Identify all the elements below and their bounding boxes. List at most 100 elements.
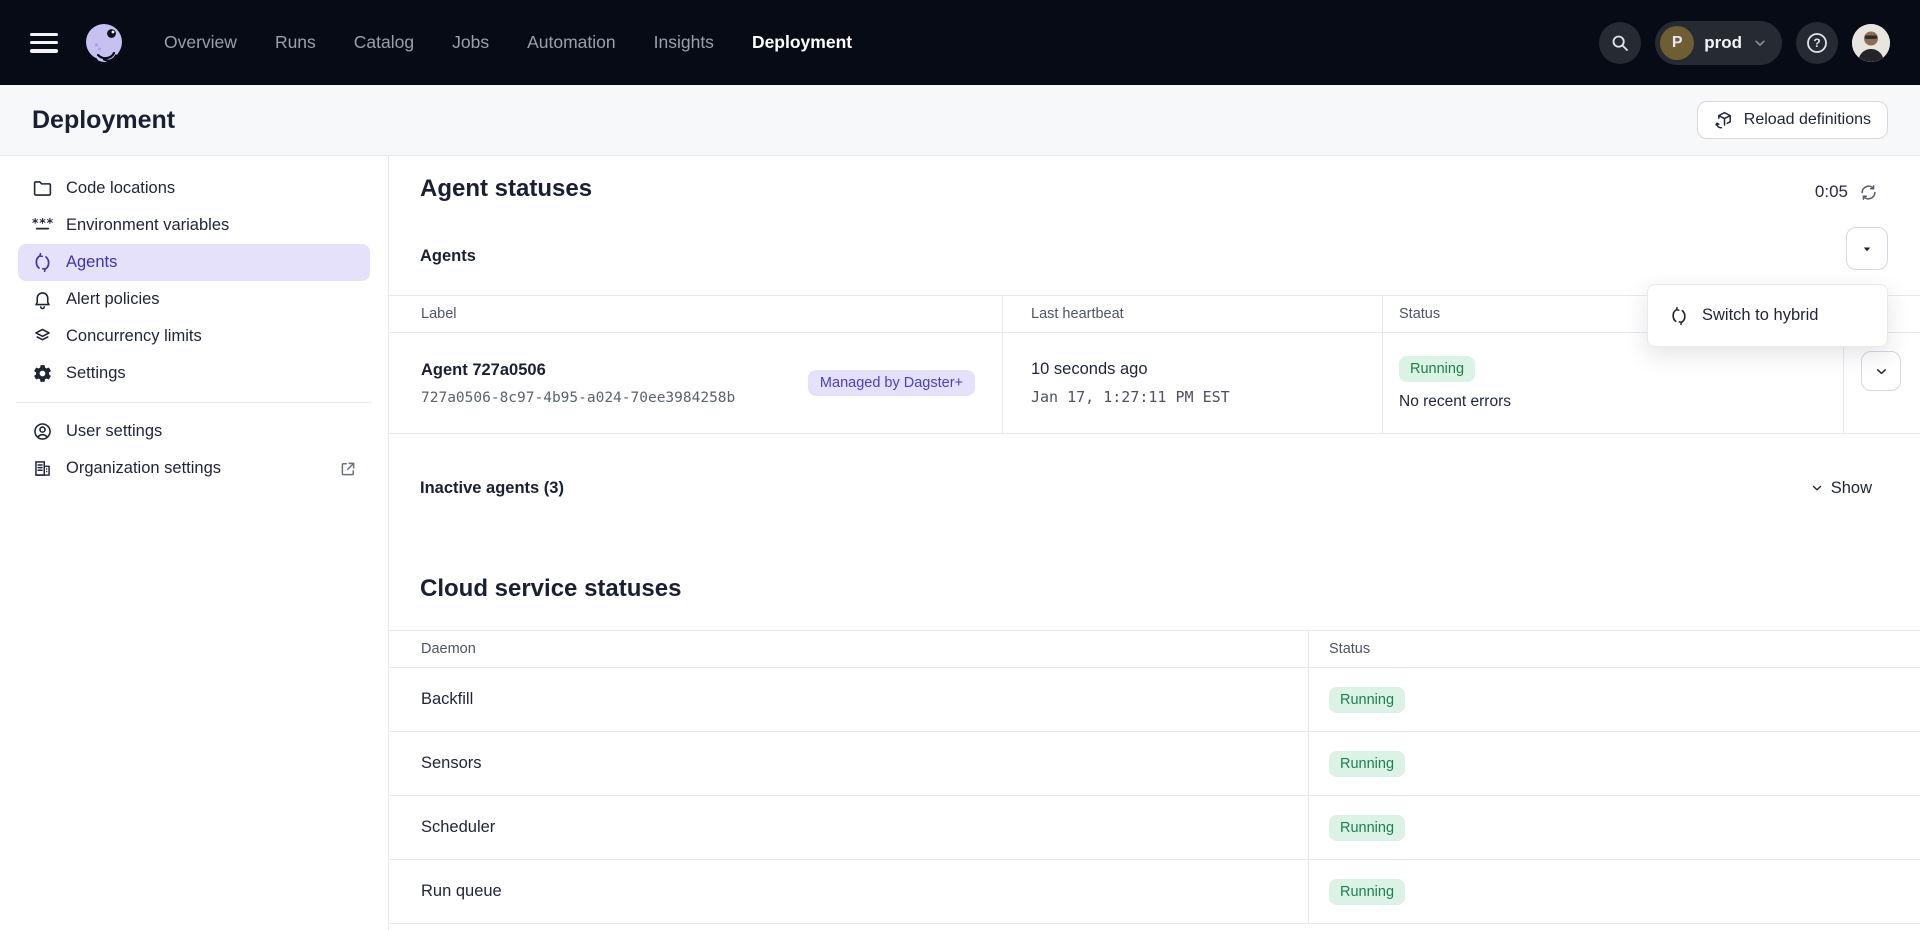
inactive-agents-row: Inactive agents (3) Show bbox=[420, 468, 1872, 508]
agents-options-button[interactable] bbox=[1846, 227, 1888, 270]
svg-text:?: ? bbox=[1813, 36, 1820, 50]
sidebar-main-nav: Code locations *** Environment variables Ag… bbox=[0, 170, 388, 392]
settings-sidebar: Code locations *** Environment variables Ag… bbox=[0, 156, 389, 930]
nav-item-runs[interactable]: Runs bbox=[275, 32, 316, 53]
nav-item-jobs[interactable]: Jobs bbox=[452, 32, 489, 53]
sidebar-item-label: Alert policies bbox=[66, 290, 357, 309]
sidebar-item-organization-settings[interactable]: Organization settings bbox=[18, 450, 370, 487]
sidebar-item-label: User settings bbox=[66, 422, 357, 441]
column-header-last-heartbeat: Last heartbeat bbox=[1003, 296, 1383, 332]
refresh-icon[interactable] bbox=[1859, 183, 1878, 202]
daemon-status-badge: Running bbox=[1329, 687, 1405, 713]
top-nav: Overview Runs Catalog Jobs Automation Insight… bbox=[0, 0, 1920, 85]
show-inactive-toggle[interactable]: Show bbox=[1810, 479, 1872, 498]
gear-icon bbox=[31, 363, 53, 385]
sidebar-item-label: Agents bbox=[66, 253, 357, 272]
nav-item-catalog[interactable]: Catalog bbox=[354, 32, 414, 53]
search-icon bbox=[1609, 32, 1631, 54]
daemon-status-cell: Running bbox=[1309, 668, 1920, 731]
refresh-countdown: 0:05 bbox=[1815, 182, 1848, 202]
dagster-logo-icon[interactable] bbox=[78, 17, 130, 69]
daemon-row-scheduler: Scheduler Running bbox=[389, 796, 1920, 860]
help-icon: ? bbox=[1805, 31, 1829, 55]
column-header-label: Label bbox=[389, 296, 1003, 332]
sidebar-item-label: Organization settings bbox=[66, 459, 326, 478]
nav-item-insights[interactable]: Insights bbox=[654, 32, 714, 53]
daemon-name: Backfill bbox=[389, 668, 1309, 731]
agent-icon bbox=[31, 252, 53, 274]
sidebar-item-environment-variables[interactable]: *** Environment variables bbox=[18, 207, 370, 244]
daemon-status-cell: Running bbox=[1309, 796, 1920, 859]
nav-item-deployment[interactable]: Deployment bbox=[752, 32, 852, 53]
reload-definitions-button[interactable]: Reload definitions bbox=[1697, 101, 1888, 139]
agents-options-menu: Switch to hybrid bbox=[1647, 284, 1888, 347]
external-link-icon bbox=[339, 460, 357, 478]
user-icon bbox=[31, 421, 53, 443]
reload-cube-icon bbox=[1714, 110, 1735, 131]
menu-icon[interactable] bbox=[30, 33, 58, 53]
env-vars-icon: *** bbox=[31, 215, 53, 237]
agent-icon bbox=[1669, 306, 1689, 326]
chevron-down-icon bbox=[1874, 364, 1889, 379]
agent-status-note: No recent errors bbox=[1399, 393, 1511, 411]
column-header-daemon-status: Status bbox=[1309, 631, 1920, 667]
refresh-timer: 0:05 bbox=[1815, 182, 1878, 202]
chevron-down-icon bbox=[1810, 481, 1824, 495]
menu-item-switch-to-hybrid[interactable]: Switch to hybrid bbox=[1648, 285, 1887, 346]
agent-statuses-title: Agent statuses bbox=[420, 175, 592, 203]
app-root: Overview Runs Catalog Jobs Automation Insight… bbox=[0, 0, 1920, 930]
heartbeat-relative: 10 seconds ago bbox=[1031, 360, 1382, 379]
bell-icon bbox=[31, 289, 53, 311]
sidebar-item-label: Environment variables bbox=[66, 216, 357, 235]
page-title: Deployment bbox=[32, 106, 175, 135]
sidebar-item-agents[interactable]: Agents bbox=[18, 244, 370, 281]
cloud-services-table-header: Daemon Status bbox=[389, 630, 1920, 668]
user-avatar[interactable] bbox=[1852, 24, 1890, 62]
sidebar-item-label: Code locations bbox=[66, 179, 357, 198]
sidebar-item-code-locations[interactable]: Code locations bbox=[18, 170, 370, 207]
environment-avatar: P bbox=[1660, 26, 1694, 60]
environment-name: prod bbox=[1704, 33, 1742, 53]
daemon-name: Run queue bbox=[389, 860, 1309, 923]
managed-badge: Managed by Dagster+ bbox=[808, 370, 975, 396]
agent-label-cell: Agent 727a0506 727a0506-8c97-4b95-a024-7… bbox=[389, 333, 1003, 433]
daemon-status-badge: Running bbox=[1329, 879, 1405, 905]
sidebar-item-settings[interactable]: Settings bbox=[18, 355, 370, 392]
sidebar-item-user-settings[interactable]: User settings bbox=[18, 413, 370, 450]
daemon-status-cell: Running bbox=[1309, 860, 1920, 923]
nav-item-automation[interactable]: Automation bbox=[527, 32, 616, 53]
org-icon bbox=[31, 458, 53, 480]
agent-row-expand-button[interactable] bbox=[1861, 351, 1901, 391]
nav-item-overview[interactable]: Overview bbox=[164, 32, 237, 53]
heartbeat-absolute: Jan 17, 1:27:11 PM EST bbox=[1031, 388, 1382, 406]
menu-item-label: Switch to hybrid bbox=[1702, 306, 1818, 325]
agents-heading: Agents bbox=[420, 247, 476, 266]
sidebar-divider bbox=[16, 402, 372, 403]
daemon-row-run-queue: Run queue Running bbox=[389, 860, 1920, 924]
agent-name: Agent 727a0506 bbox=[421, 361, 735, 380]
primary-nav: Overview Runs Catalog Jobs Automation Insight… bbox=[164, 32, 852, 53]
daemon-row-backfill: Backfill Running bbox=[389, 668, 1920, 732]
sidebar-item-alert-policies[interactable]: Alert policies bbox=[18, 281, 370, 318]
chevron-down-icon bbox=[1752, 35, 1768, 51]
main-content: Agent statuses 0:05 Agents bbox=[389, 156, 1920, 930]
caret-down-icon bbox=[1860, 242, 1874, 256]
agent-status-cell: Running No recent errors bbox=[1383, 333, 1844, 433]
daemon-status-badge: Running bbox=[1329, 815, 1405, 841]
help-button[interactable]: ? bbox=[1796, 22, 1838, 64]
environment-switcher[interactable]: P prod bbox=[1655, 21, 1782, 65]
folder-icon bbox=[31, 178, 53, 200]
inactive-agents-heading: Inactive agents (3) bbox=[420, 479, 564, 498]
daemon-name: Sensors bbox=[389, 732, 1309, 795]
sidebar-item-concurrency-limits[interactable]: Concurrency limits bbox=[18, 318, 370, 355]
agent-status-badge: Running bbox=[1399, 356, 1475, 382]
sidebar-footer-nav: User settings Organization settings bbox=[0, 413, 388, 487]
page-header: Deployment Reload definitions bbox=[0, 85, 1920, 156]
agent-heartbeat-cell: 10 seconds ago Jan 17, 1:27:11 PM EST bbox=[1003, 333, 1383, 433]
search-button[interactable] bbox=[1599, 22, 1641, 64]
column-header-daemon: Daemon bbox=[389, 631, 1309, 667]
daemon-status-cell: Running bbox=[1309, 732, 1920, 795]
daemon-row-sensors: SensorsRunning bbox=[389, 732, 1920, 796]
daemon-name: Scheduler bbox=[389, 796, 1309, 859]
cloud-services-table: Daemon Status BackfillRunningSensorsRunn… bbox=[389, 630, 1920, 924]
